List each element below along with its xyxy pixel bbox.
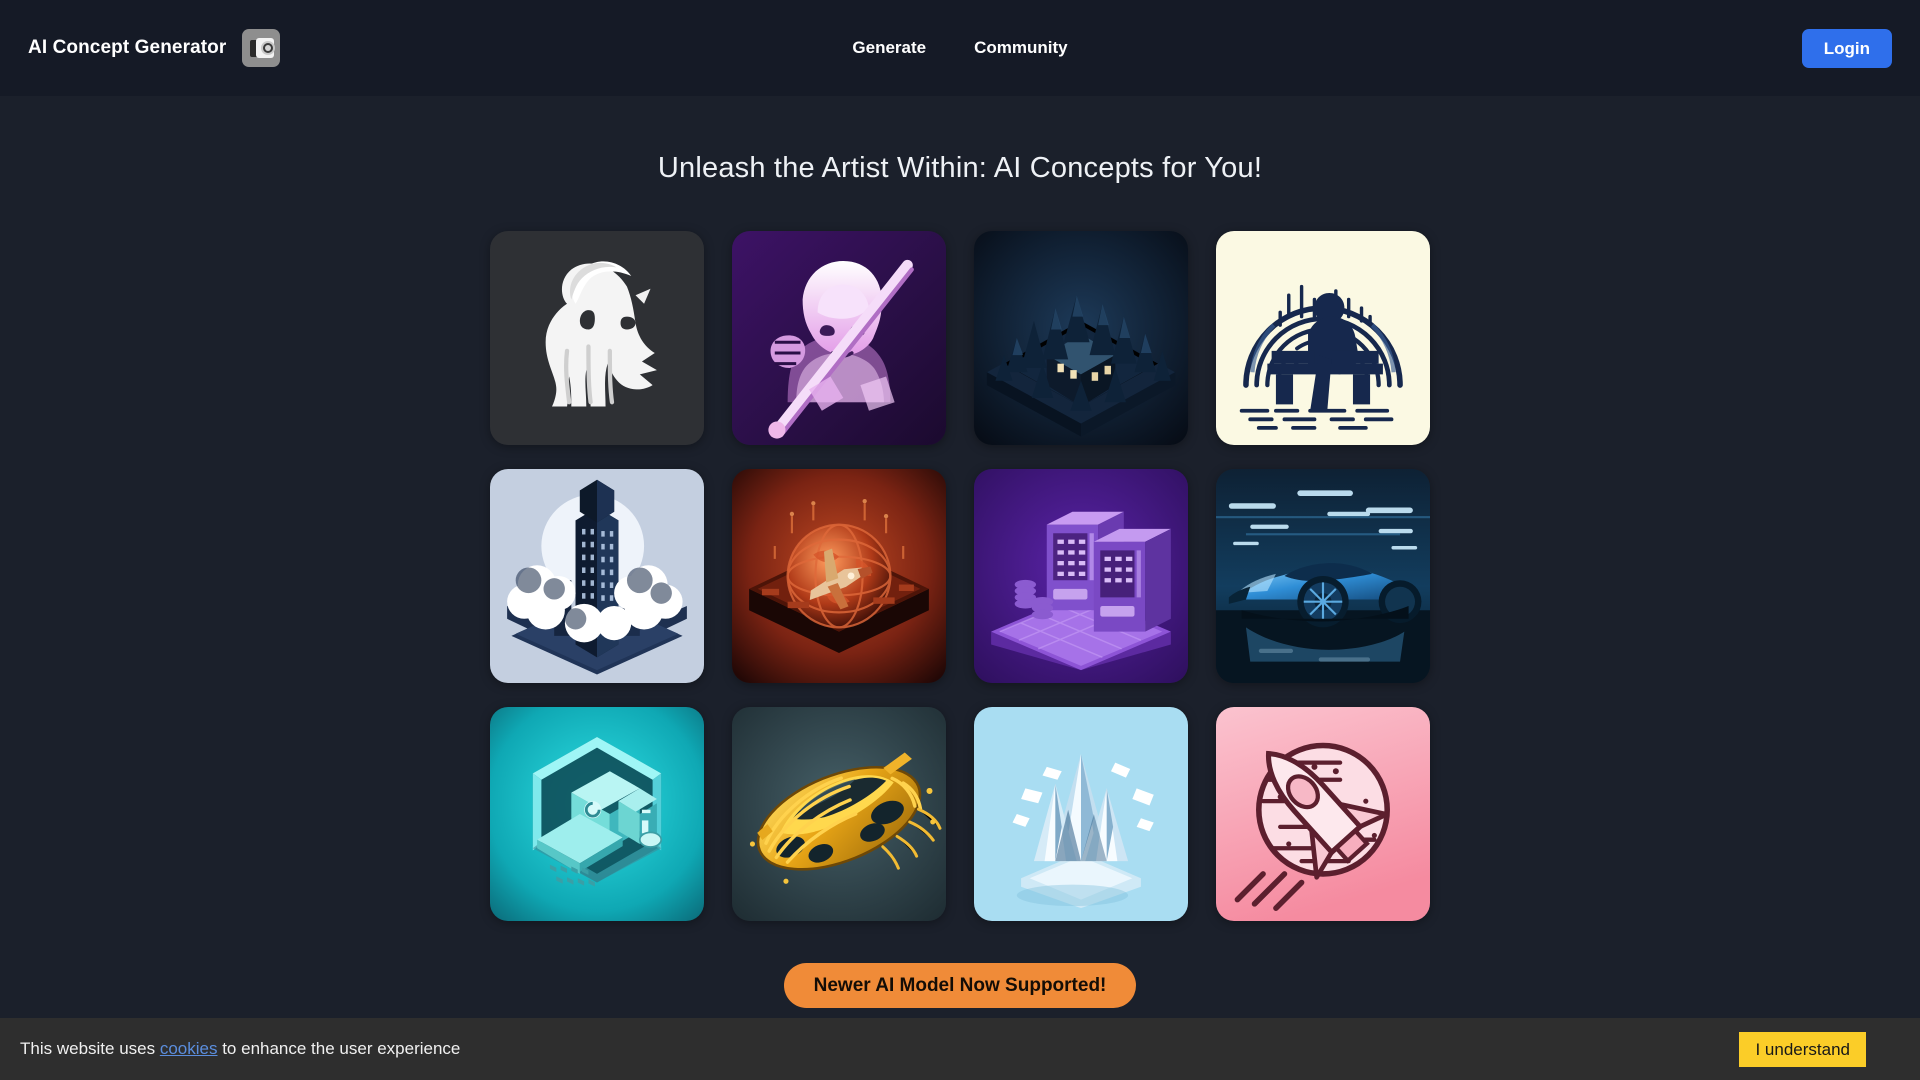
login-button[interactable]: Login bbox=[1801, 28, 1892, 68]
concept-tile-blue-supercar[interactable] bbox=[1216, 469, 1430, 683]
concept-tile-line-art-figure[interactable] bbox=[1216, 231, 1430, 445]
announcement-badge[interactable]: Newer AI Model Now Supported! bbox=[783, 963, 1137, 1008]
concept-tile-forest-cabin[interactable] bbox=[974, 231, 1188, 445]
concept-tile-goat-logo[interactable] bbox=[490, 231, 704, 445]
forest-cabin-image bbox=[974, 231, 1188, 445]
cookie-text-before: This website uses bbox=[20, 1039, 160, 1058]
cookie-accept-button[interactable]: I understand bbox=[1739, 1031, 1866, 1067]
brand[interactable]: AI Concept Generator bbox=[28, 29, 281, 67]
golden-car-image bbox=[732, 707, 946, 921]
cloud-skyscraper-image bbox=[490, 469, 704, 683]
cookie-consent-banner: This website uses cookies to enhance the… bbox=[0, 1018, 1920, 1080]
cookie-message: This website uses cookies to enhance the… bbox=[20, 1039, 460, 1059]
nav-link-community[interactable]: Community bbox=[974, 38, 1068, 58]
concept-tile-purple-vending[interactable] bbox=[974, 469, 1188, 683]
nav-link-generate[interactable]: Generate bbox=[852, 38, 926, 58]
main-nav: Generate Community bbox=[852, 38, 1067, 58]
brand-title: AI Concept Generator bbox=[28, 37, 227, 58]
concept-tile-ice-mountain[interactable] bbox=[974, 707, 1188, 921]
blue-supercar-image bbox=[1216, 469, 1430, 683]
concept-tile-golden-car[interactable] bbox=[732, 707, 946, 921]
page-title: Unleash the Artist Within: AI Concepts f… bbox=[657, 152, 1263, 184]
top-navigation-bar: AI Concept Generator Generate Community … bbox=[0, 0, 1920, 96]
concept-tile-cyan-computer[interactable] bbox=[490, 707, 704, 921]
pink-rocket-image bbox=[1216, 707, 1430, 921]
red-globe-plane-image bbox=[732, 469, 946, 683]
ice-mountain-image bbox=[974, 707, 1188, 921]
concept-tile-cloud-skyscraper[interactable] bbox=[490, 469, 704, 683]
concept-gallery-grid bbox=[490, 231, 1430, 921]
cookies-link[interactable]: cookies bbox=[160, 1039, 218, 1058]
concept-tile-anime-samurai[interactable] bbox=[732, 231, 946, 445]
goat-logo-image bbox=[490, 231, 704, 445]
cookie-text-after: to enhance the user experience bbox=[217, 1039, 461, 1058]
anime-samurai-image bbox=[732, 231, 946, 445]
concept-tile-red-globe-plane[interactable] bbox=[732, 469, 946, 683]
concept-tile-pink-rocket[interactable] bbox=[1216, 707, 1430, 921]
camera-icon bbox=[242, 29, 281, 67]
purple-vending-image bbox=[974, 469, 1188, 683]
main-content: Unleash the Artist Within: AI Concepts f… bbox=[0, 96, 1920, 1008]
line-art-figure-image bbox=[1216, 231, 1430, 445]
announcement-row: Newer AI Model Now Supported! bbox=[783, 963, 1137, 1008]
cyan-computer-image bbox=[490, 707, 704, 921]
